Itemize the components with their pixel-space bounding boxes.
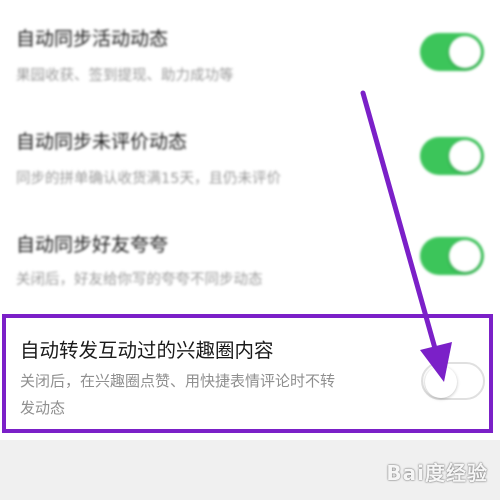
setting-description: 同步的拼单确认收货满15天，且仍未评价 — [16, 171, 281, 187]
toggle-knob — [449, 36, 481, 68]
setting-title: 自动转发互动过的兴趣圈内容 — [20, 339, 274, 362]
highlighted-setting-row: 自动转发互动过的兴趣圈内容 关闭后，在兴趣圈点赞、用快捷表情评论时不转 发动态 — [2, 314, 493, 433]
setting-title: 自动同步未评价动态 — [16, 131, 188, 153]
setting-row-friend-praise: 自动同步好友夸夸 关闭后，好友给你写的夸夸不同步动态 — [0, 210, 500, 310]
unrated-sync-toggle[interactable] — [420, 137, 484, 175]
setting-description: 果园收获、签到提现、助力成功等 — [16, 68, 234, 84]
toggle-knob — [425, 366, 457, 398]
setting-title: 自动同步好友夸夸 — [16, 234, 169, 256]
baidu-jingyan-watermark: Bai度经验 — [386, 461, 488, 485]
toggle-knob — [449, 140, 481, 172]
setting-row-activity: 自动同步活动动态 果园收获、签到提现、助力成功等 — [0, 0, 500, 105]
activity-sync-toggle[interactable] — [420, 33, 484, 71]
setting-description: 关闭后，好友给你写的夸夸不同步动态 — [16, 272, 263, 288]
bottom-area: Bai度经验 — [0, 440, 500, 500]
toggle-knob — [449, 240, 481, 272]
interest-circle-forward-toggle[interactable] — [421, 362, 485, 400]
setting-description: 关闭后，在兴趣圈点赞、用快捷表情评论时不转 — [20, 372, 336, 390]
setting-description-continued: 发动态 — [20, 399, 66, 417]
setting-title: 自动同步活动动态 — [16, 28, 169, 50]
friend-praise-sync-toggle[interactable] — [420, 237, 484, 275]
setting-row-unrated: 自动同步未评价动态 同步的拼单确认收货满15天，且仍未评价 — [0, 105, 500, 210]
